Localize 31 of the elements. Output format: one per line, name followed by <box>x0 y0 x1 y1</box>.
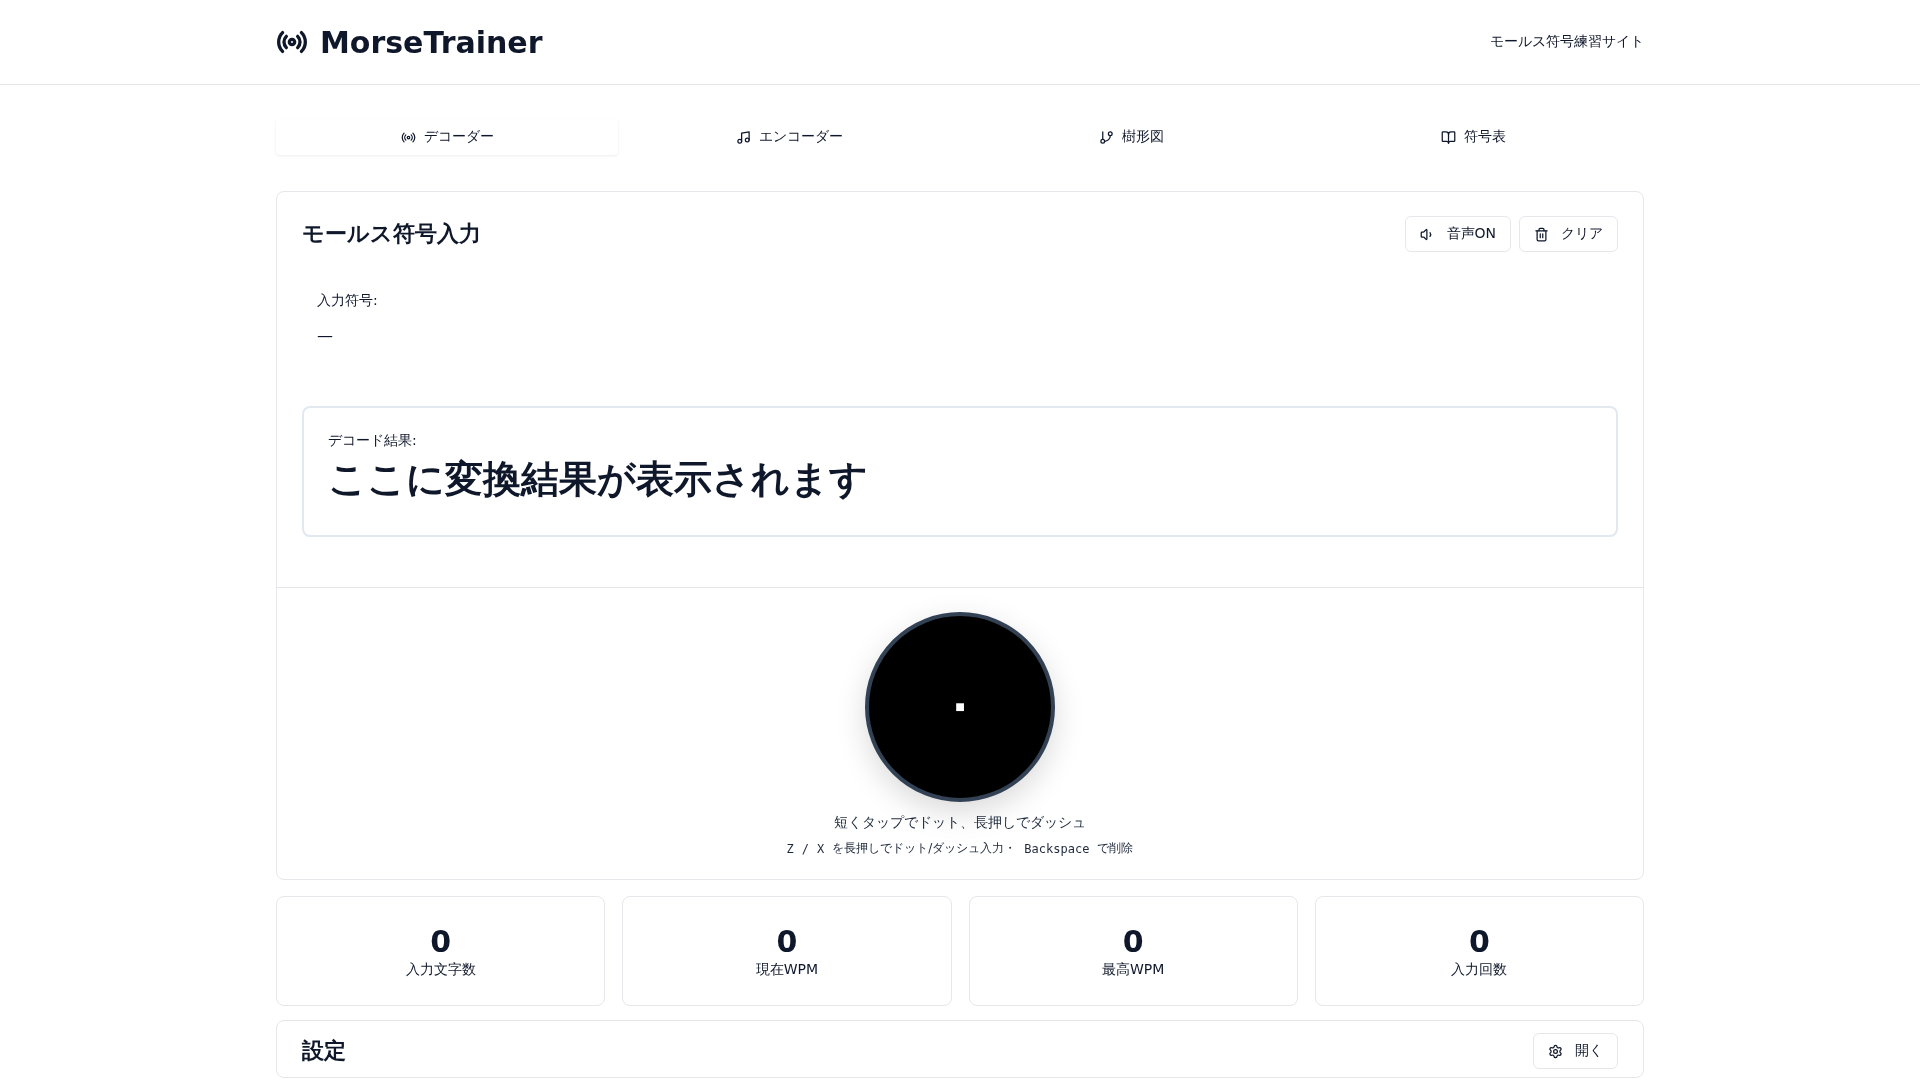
logo-text: MorseTrainer <box>320 24 543 60</box>
toolbar-button[interactable]: 音声ON <box>1404 216 1511 252</box>
morse-key-button[interactable]: ■ <box>865 612 1055 802</box>
settings-icon <box>1548 1043 1563 1059</box>
tab[interactable]: エンコーダー <box>618 119 960 155</box>
keyboard-hint: Z / X を長押しでドット/ダッシュ入力・ Backspace で削除 <box>786 840 1134 857</box>
tab[interactable]: 樹形図 <box>960 119 1302 155</box>
morse-input-value: — <box>317 326 334 347</box>
book-icon <box>1440 129 1456 145</box>
tab[interactable]: デコーダー <box>276 119 618 155</box>
stat-value: 0 <box>776 923 798 959</box>
tagline: モールス符号練習サイト <box>1490 33 1644 51</box>
stat-label: 最高WPM <box>1101 960 1165 979</box>
trash-icon <box>1534 226 1549 242</box>
branch-icon <box>1098 129 1114 145</box>
settings-title: 設定 <box>302 1037 346 1065</box>
tap-hint: 短くタップでドット、長押しでダッシュ <box>834 814 1086 832</box>
stat-value: 0 <box>1122 923 1144 959</box>
tab[interactable]: 符号表 <box>1302 119 1644 155</box>
result-text: ここに変換結果が表示されます <box>328 456 869 503</box>
stat-label: 入力文字数 <box>405 960 476 979</box>
stat-value: 0 <box>1468 923 1490 959</box>
card-title: モールス符号入力 <box>302 220 481 248</box>
toolbar-button[interactable]: クリア <box>1519 216 1618 252</box>
stat-value: 0 <box>430 923 452 959</box>
open-button[interactable]: 開く <box>1533 1033 1618 1069</box>
stat-label: 現在WPM <box>755 960 819 979</box>
input-label: 入力符号: <box>317 292 379 310</box>
stat-label: 入力回数 <box>1451 960 1508 979</box>
music-note-icon <box>735 129 751 145</box>
result-label: デコード結果: <box>328 432 418 450</box>
